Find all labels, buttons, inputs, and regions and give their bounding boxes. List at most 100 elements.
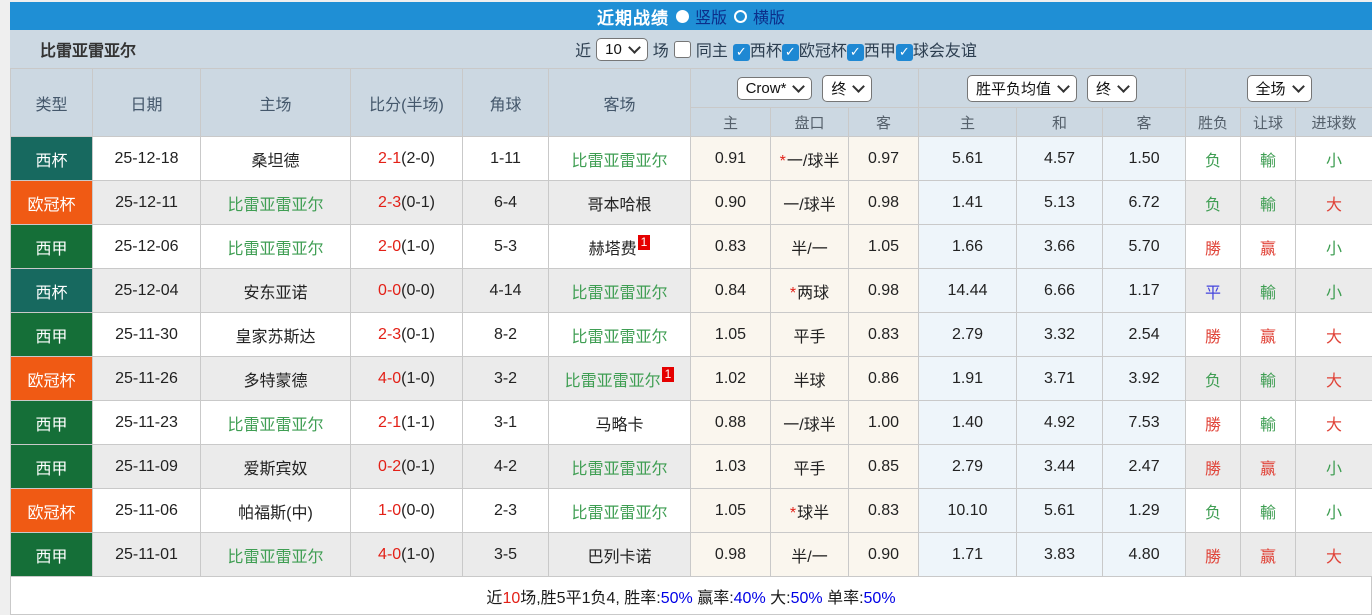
league-checkbox[interactable]: ✓ [896, 44, 913, 61]
summary-segment: 单率: [823, 590, 864, 607]
avg-away-cell: 1.50 [1103, 137, 1186, 181]
home-team-cell: 比雷亚雷亚尔 [201, 533, 351, 577]
halftime-score: (2-0) [401, 150, 435, 167]
away-team-cell: 比雷亚雷亚尔 [549, 313, 691, 357]
subheader-handicap: 盘口 [771, 108, 849, 137]
score-cell: 0-2(0-1) [351, 445, 463, 489]
fulltime-score: 2-3 [378, 194, 401, 211]
avg-draw-cell: 5.13 [1017, 181, 1103, 225]
table-row: 西杯25-12-18桑坦德2-1(2-0)1-11比雷亚雷亚尔0.91*一/球半… [11, 137, 1372, 181]
halftime-score: (0-1) [401, 326, 435, 343]
corners-cell: 2-3 [463, 489, 549, 533]
date-cell: 25-11-26 [93, 357, 201, 401]
same-home-checkbox[interactable] [674, 41, 691, 58]
league-checkbox[interactable]: ✓ [847, 44, 864, 61]
team-label: 比雷亚雷亚尔 [227, 197, 323, 214]
result-wdl-cell: 勝 [1186, 225, 1241, 269]
wdl-avg-select[interactable]: 胜平负均值 [967, 75, 1077, 102]
subheader-avg-draw: 和 [1017, 108, 1103, 137]
halftime-score: (0-0) [401, 282, 435, 299]
team-label: 比雷亚雷亚尔 [571, 329, 667, 346]
header-odds-group: Crow* 终 [691, 69, 919, 108]
table-row: 西甲25-11-01比雷亚雷亚尔4-0(1-0)3-5巴列卡诺0.98半/一0.… [11, 533, 1372, 577]
result-wdl-cell: 勝 [1186, 313, 1241, 357]
team-label: 巴列卡诺 [587, 549, 651, 566]
handicap-cell: *球半 [771, 489, 849, 533]
result-goals-cell: 大 [1296, 181, 1372, 225]
result-handicap-cell: 輸 [1241, 401, 1296, 445]
handicap-cell: *两球 [771, 269, 849, 313]
recent-results-widget: 近期战绩 竖版 横版 比雷亚雷亚尔 近 10 场 同主 ✓西杯✓欧冠杯✓西甲✓球… [10, 0, 1372, 615]
result-wdl-cell: 勝 [1186, 445, 1241, 489]
avg-home-cell: 2.79 [919, 445, 1017, 489]
layout-radio-horizontal[interactable]: 横版 [734, 4, 785, 28]
score-cell: 2-1(1-1) [351, 401, 463, 445]
halftime-score: (0-1) [401, 194, 435, 211]
corners-cell: 5-3 [463, 225, 549, 269]
avg-home-cell: 10.10 [919, 489, 1017, 533]
topbar: 近期战绩 竖版 横版 [10, 2, 1372, 30]
radio-selected-icon[interactable] [676, 10, 689, 23]
fulltime-score: 4-0 [378, 546, 401, 563]
corners-cell: 1-11 [463, 137, 549, 181]
results-table: 类型 日期 主场 比分(半场) 角球 客场 Crow* 终 [10, 68, 1372, 577]
summary-segment: 50% [864, 590, 896, 607]
header-corners: 角球 [463, 69, 549, 137]
avg-away-cell: 2.54 [1103, 313, 1186, 357]
handicap-cell: 半/一 [771, 225, 849, 269]
fulltime-score: 2-0 [378, 238, 401, 255]
radio-unselected-icon[interactable] [734, 10, 747, 23]
star-marker: * [790, 505, 796, 522]
league-checkbox[interactable]: ✓ [782, 44, 799, 61]
match-count-select[interactable]: 10 [596, 38, 648, 61]
radio-horizontal-label: 横版 [753, 4, 785, 28]
filter-bar: 比雷亚雷亚尔 近 10 场 同主 ✓西杯✓欧冠杯✓西甲✓球会友谊 [10, 30, 1372, 68]
fulltime-select[interactable]: 全场 [1247, 75, 1312, 102]
subheader-odds-home: 主 [691, 108, 771, 137]
home-team-cell: 爱斯宾奴 [201, 445, 351, 489]
odds-home-cell: 0.83 [691, 225, 771, 269]
score-cell: 1-0(0-0) [351, 489, 463, 533]
result-goals-cell: 大 [1296, 401, 1372, 445]
result-wdl-cell: 负 [1186, 357, 1241, 401]
home-team-cell: 帕福斯(中) [201, 489, 351, 533]
same-home-label: 同主 [696, 37, 728, 61]
odds-home-cell: 0.84 [691, 269, 771, 313]
result-handicap-cell: 輸 [1241, 269, 1296, 313]
result-handicap-cell: 赢 [1241, 225, 1296, 269]
handicap-cell: 一/球半 [771, 181, 849, 225]
near-label: 近 [575, 37, 591, 61]
avg-draw-cell: 6.66 [1017, 269, 1103, 313]
avg-away-cell: 2.47 [1103, 445, 1186, 489]
fulltime-score: 1-0 [378, 502, 401, 519]
odds-away-cell: 0.86 [849, 357, 919, 401]
layout-radio-vertical[interactable]: 竖版 [676, 4, 727, 28]
avg-away-cell: 3.92 [1103, 357, 1186, 401]
subheader-avg-away: 客 [1103, 108, 1186, 137]
team-label: 马略卡 [595, 417, 643, 434]
result-goals-cell: 小 [1296, 269, 1372, 313]
result-wdl-cell: 勝 [1186, 533, 1241, 577]
odds-home-cell: 1.02 [691, 357, 771, 401]
result-goals-cell: 大 [1296, 313, 1372, 357]
star-marker: * [790, 285, 796, 302]
header-result-group: 全场 [1186, 69, 1372, 108]
header-type: 类型 [11, 69, 93, 137]
avg-time-select[interactable]: 终 [1087, 75, 1137, 102]
result-handicap-cell: 輸 [1241, 489, 1296, 533]
away-team-cell: 比雷亚雷亚尔 [549, 489, 691, 533]
bookmaker-select[interactable]: Crow* [737, 77, 813, 100]
handicap-cell: 半球 [771, 357, 849, 401]
league-checkbox[interactable]: ✓ [733, 44, 750, 61]
radio-vertical-label: 竖版 [695, 4, 727, 28]
table-row: 欧冠杯25-11-26多特蒙德4-0(1-0)3-2比雷亚雷亚尔11.02半球0… [11, 357, 1372, 401]
fulltime-score: 2-1 [378, 414, 401, 431]
red-card-badge: 1 [638, 235, 651, 250]
result-handicap-cell: 赢 [1241, 313, 1296, 357]
date-cell: 25-11-09 [93, 445, 201, 489]
odds-time-select[interactable]: 终 [822, 75, 872, 102]
league-filter-group: ✓西杯✓欧冠杯✓西甲✓球会友谊 [733, 37, 977, 61]
chevron-down-icon [1057, 80, 1070, 93]
handicap-cell: 半/一 [771, 533, 849, 577]
away-team-cell: 哥本哈根 [549, 181, 691, 225]
